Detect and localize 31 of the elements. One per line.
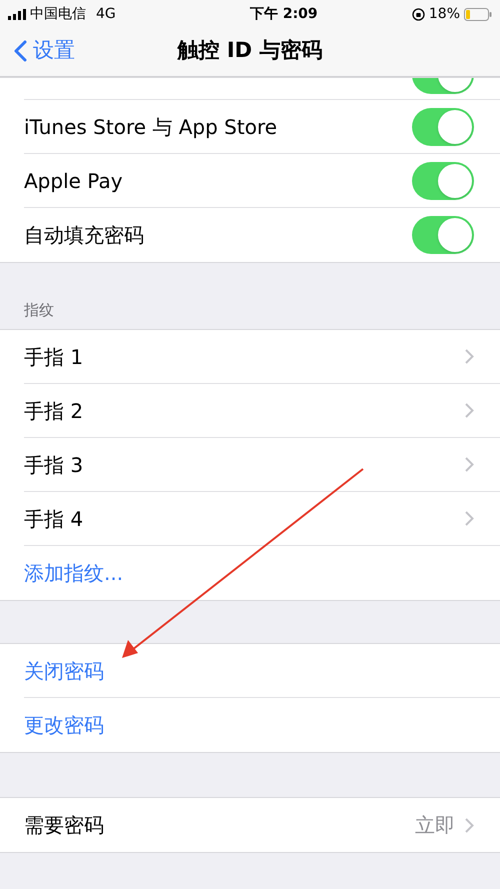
row-label: Apple Pay	[24, 168, 123, 194]
section-header: 指纹	[24, 300, 54, 320]
toggle-switch[interactable]	[412, 216, 474, 254]
battery-percent: 18%	[428, 4, 460, 24]
chevron-icon	[465, 457, 474, 472]
row-label: 手指 1	[24, 344, 84, 370]
action-link[interactable]: 更改密码	[24, 710, 104, 740]
row-label: 手指 2	[24, 398, 84, 424]
signal-icon	[8, 8, 26, 20]
action-link[interactable]: 关闭密码	[24, 656, 104, 686]
back-button[interactable]: 设置	[0, 35, 75, 67]
row-label: 需要密码	[24, 812, 104, 839]
row-label: iTunes Store 与 App Store	[24, 114, 278, 140]
toggle-switch[interactable]	[412, 162, 474, 200]
battery-icon	[464, 8, 492, 20]
chevron-icon	[465, 511, 474, 526]
toggle-switch[interactable]	[412, 108, 474, 146]
chevron-icon	[465, 403, 474, 418]
nav-title: 触控 ID 与密码	[178, 37, 322, 64]
network-type: 4G	[96, 4, 116, 24]
action-link[interactable]: 添加指纹...	[24, 558, 124, 588]
back-chevron-icon	[14, 40, 27, 62]
row-label: 自动填充密码	[24, 222, 144, 249]
row-value: 立即	[415, 812, 455, 839]
row-label: 手指 3	[24, 452, 84, 478]
clock-time: 下午 2:09	[250, 4, 318, 24]
chevron-icon	[465, 818, 474, 832]
row-label: 手指 4	[24, 506, 84, 532]
carrier-name: 中国电信	[30, 4, 86, 24]
rotation-lock-icon	[412, 8, 425, 20]
chevron-icon	[465, 349, 474, 364]
